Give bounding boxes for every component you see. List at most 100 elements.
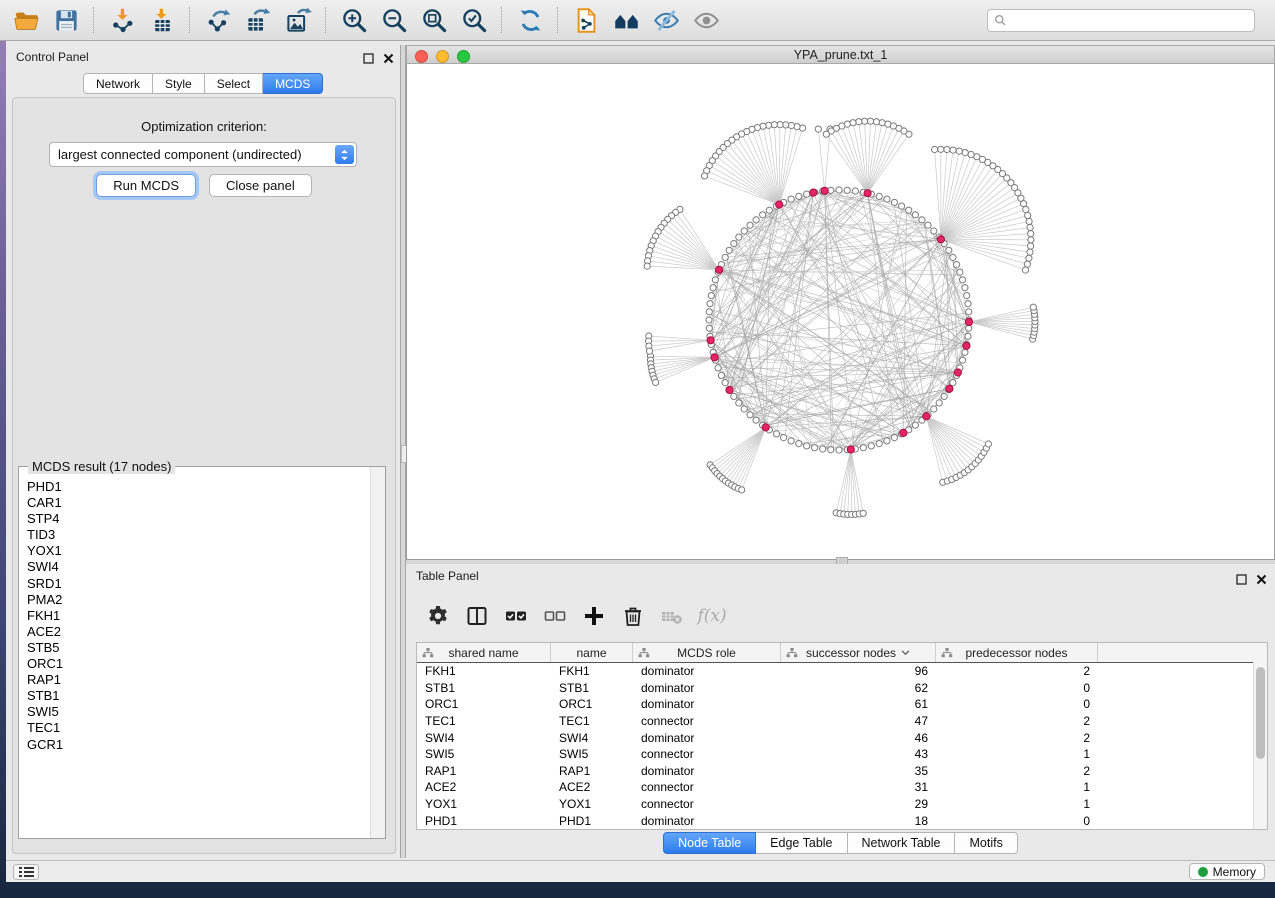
- open-folder-button[interactable]: [11, 5, 41, 35]
- settings-gear-button[interactable]: [425, 603, 451, 629]
- zoom-in-button[interactable]: [339, 5, 369, 35]
- control-panel-title: Control Panel: [16, 50, 89, 64]
- float-panel-icon[interactable]: [1235, 573, 1247, 585]
- column-header-successor-nodes[interactable]: successor nodes: [781, 643, 936, 662]
- close-panel-button[interactable]: Close panel: [209, 174, 312, 197]
- scrollbar-thumb[interactable]: [1256, 667, 1265, 759]
- task-history-button[interactable]: [13, 864, 39, 880]
- float-panel-icon[interactable]: [362, 52, 374, 64]
- table-cell: PHD1: [551, 814, 633, 828]
- memory-button[interactable]: Memory: [1189, 863, 1265, 880]
- toolbar-separator: [325, 7, 327, 33]
- table-cell: 35: [781, 764, 936, 778]
- deselect-all-icon: [543, 616, 567, 631]
- table-row[interactable]: FKH1FKH1dominator962: [417, 663, 1267, 680]
- delete-column-button[interactable]: [620, 603, 646, 629]
- table-row[interactable]: ORC1ORC1dominator610: [417, 696, 1267, 713]
- settings-gear-icon: [426, 616, 450, 631]
- table-cell: YOX1: [551, 797, 633, 811]
- tab-node-table[interactable]: Node Table: [663, 832, 756, 854]
- column-header-predecessor-nodes[interactable]: predecessor nodes: [936, 643, 1098, 662]
- table-scrollbar[interactable]: [1253, 662, 1267, 829]
- mcds-result-item: CAR1: [27, 495, 371, 511]
- table-row[interactable]: SWI5SWI5connector431: [417, 746, 1267, 763]
- table-panel: Table Panel f(x) shared namenameMCDS rol…: [406, 564, 1275, 858]
- tab-edge-table[interactable]: Edge Table: [756, 832, 847, 854]
- toolbar-separator: [501, 7, 503, 33]
- neighbors-button[interactable]: [611, 5, 641, 35]
- show-eye-button[interactable]: [691, 5, 721, 35]
- export-network-button[interactable]: [203, 5, 233, 35]
- column-label: successor nodes: [806, 646, 896, 660]
- hide-eye-slash-button[interactable]: [651, 5, 681, 35]
- table-cell: 1: [936, 797, 1098, 811]
- table-row[interactable]: TEC1TEC1connector472: [417, 713, 1267, 730]
- export-image-button[interactable]: [283, 5, 313, 35]
- run-mcds-button[interactable]: Run MCDS: [96, 174, 196, 197]
- criterion-dropdown[interactable]: largest connected component (undirected): [49, 142, 357, 167]
- mcds-result-list[interactable]: PHD1CAR1STP4TID3YOX1SWI4SRD1PMA2FKH1ACE2…: [19, 471, 371, 838]
- document-share-icon: [572, 7, 600, 34]
- network-graph[interactable]: [407, 64, 1274, 558]
- document-share-button[interactable]: [571, 5, 601, 35]
- table-panel-tabs: Node TableEdge TableNetwork TableMotifs: [406, 832, 1275, 854]
- select-all-button[interactable]: [503, 603, 529, 629]
- table-cell: 96: [781, 664, 936, 678]
- table-row[interactable]: RAP1RAP1dominator352: [417, 763, 1267, 780]
- criterion-dropdown-value: largest connected component (undirected): [50, 147, 335, 162]
- table-cell: FKH1: [417, 664, 551, 678]
- table-panel-title: Table Panel: [416, 569, 479, 583]
- table-cell: ACE2: [417, 780, 551, 794]
- save-button[interactable]: [51, 5, 81, 35]
- network-window-titlebar[interactable]: YPA_prune.txt_1: [406, 45, 1275, 64]
- function-builder-button[interactable]: f(x): [698, 603, 724, 629]
- column-header-shared-name[interactable]: shared name: [417, 643, 551, 662]
- mcds-result-item: YOX1: [27, 543, 371, 559]
- import-network-button[interactable]: [107, 5, 137, 35]
- table-row[interactable]: PHD1PHD1dominator180: [417, 812, 1267, 829]
- zoom-selected-button[interactable]: [459, 5, 489, 35]
- refresh-button[interactable]: [515, 5, 545, 35]
- table-row[interactable]: SWI4SWI4dominator462: [417, 729, 1267, 746]
- tab-select[interactable]: Select: [205, 73, 263, 94]
- export-table-button[interactable]: [243, 5, 273, 35]
- tab-network[interactable]: Network: [83, 73, 153, 94]
- zoom-selected-icon: [460, 7, 488, 34]
- column-header-MCDS-role[interactable]: MCDS role: [633, 643, 781, 662]
- zoom-fit-button[interactable]: [419, 5, 449, 35]
- export-image-icon: [284, 7, 312, 34]
- tab-network-table[interactable]: Network Table: [848, 832, 956, 854]
- delete-table-button[interactable]: [659, 603, 685, 629]
- close-panel-icon[interactable]: [382, 52, 394, 64]
- mcds-result-item: GCR1: [27, 737, 371, 753]
- tab-style[interactable]: Style: [153, 73, 205, 94]
- mcds-result-item: PMA2: [27, 592, 371, 608]
- column-header-name[interactable]: name: [551, 643, 633, 662]
- table-cell: 61: [781, 697, 936, 711]
- table-cell: ACE2: [551, 780, 633, 794]
- split-panel-button[interactable]: [464, 603, 490, 629]
- attribute-icon: [638, 647, 650, 661]
- search-box[interactable]: [987, 9, 1255, 32]
- tab-mcds[interactable]: MCDS: [263, 73, 323, 94]
- search-input[interactable]: [1011, 12, 1248, 28]
- tab-motifs[interactable]: Motifs: [955, 832, 1017, 854]
- import-table-button[interactable]: [147, 5, 177, 35]
- mcds-list-scrollbar[interactable]: [370, 467, 385, 838]
- refresh-icon: [516, 7, 544, 34]
- table-cell: YOX1: [417, 797, 551, 811]
- close-panel-icon[interactable]: [1255, 573, 1267, 585]
- deselect-all-button[interactable]: [542, 603, 568, 629]
- table-cell: 43: [781, 747, 936, 761]
- table-cell: 0: [936, 814, 1098, 828]
- zoom-out-button[interactable]: [379, 5, 409, 35]
- mcds-result-item: SWI5: [27, 704, 371, 720]
- sort-chevron-icon: [901, 650, 910, 656]
- table-row[interactable]: STB1STB1dominator620: [417, 680, 1267, 697]
- table-cell: dominator: [633, 814, 781, 828]
- table-cell: TEC1: [417, 714, 551, 728]
- network-canvas[interactable]: [406, 64, 1275, 560]
- table-row[interactable]: ACE2ACE2connector311: [417, 779, 1267, 796]
- add-column-button[interactable]: [581, 603, 607, 629]
- table-row[interactable]: YOX1YOX1connector291: [417, 796, 1267, 813]
